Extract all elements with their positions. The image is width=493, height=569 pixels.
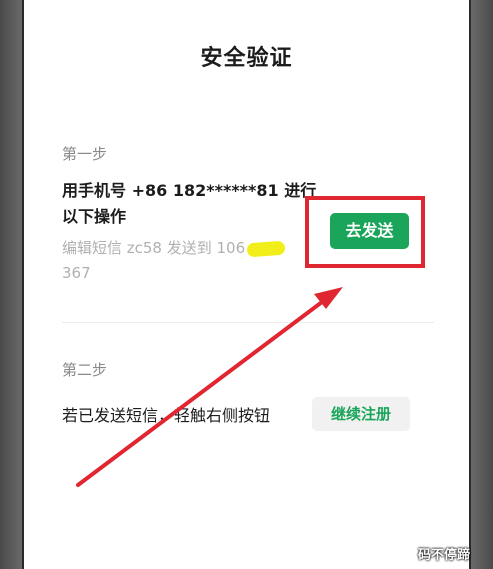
continue-register-button[interactable]: 继续注册 (312, 397, 410, 431)
sms-text-suffix: 367 (62, 264, 91, 282)
background-right (471, 0, 493, 569)
background-left (0, 0, 22, 569)
watermark-text: 码不停蹄 (418, 548, 471, 563)
section-divider (62, 322, 434, 323)
step1-label: 第一步 (62, 145, 108, 163)
send-sms-button[interactable]: 去发送 (330, 213, 409, 249)
step1-sms-instruction: 编辑短信 zc58 发送到 106 367 (62, 236, 327, 286)
verification-dialog: 安全验证 第一步 用手机号 +86 182******81 进行以下操作 编辑短… (22, 0, 471, 569)
step1-instruction: 用手机号 +86 182******81 进行以下操作 (62, 181, 317, 226)
dialog-title: 安全验证 (200, 46, 293, 71)
redaction-mark (246, 240, 286, 257)
step2-label: 第二步 (62, 361, 108, 379)
sms-text-prefix: 编辑短信 zc58 发送到 106 (62, 239, 246, 257)
step2-instruction: 若已发送短信，轻触右侧按钮 (62, 406, 271, 425)
